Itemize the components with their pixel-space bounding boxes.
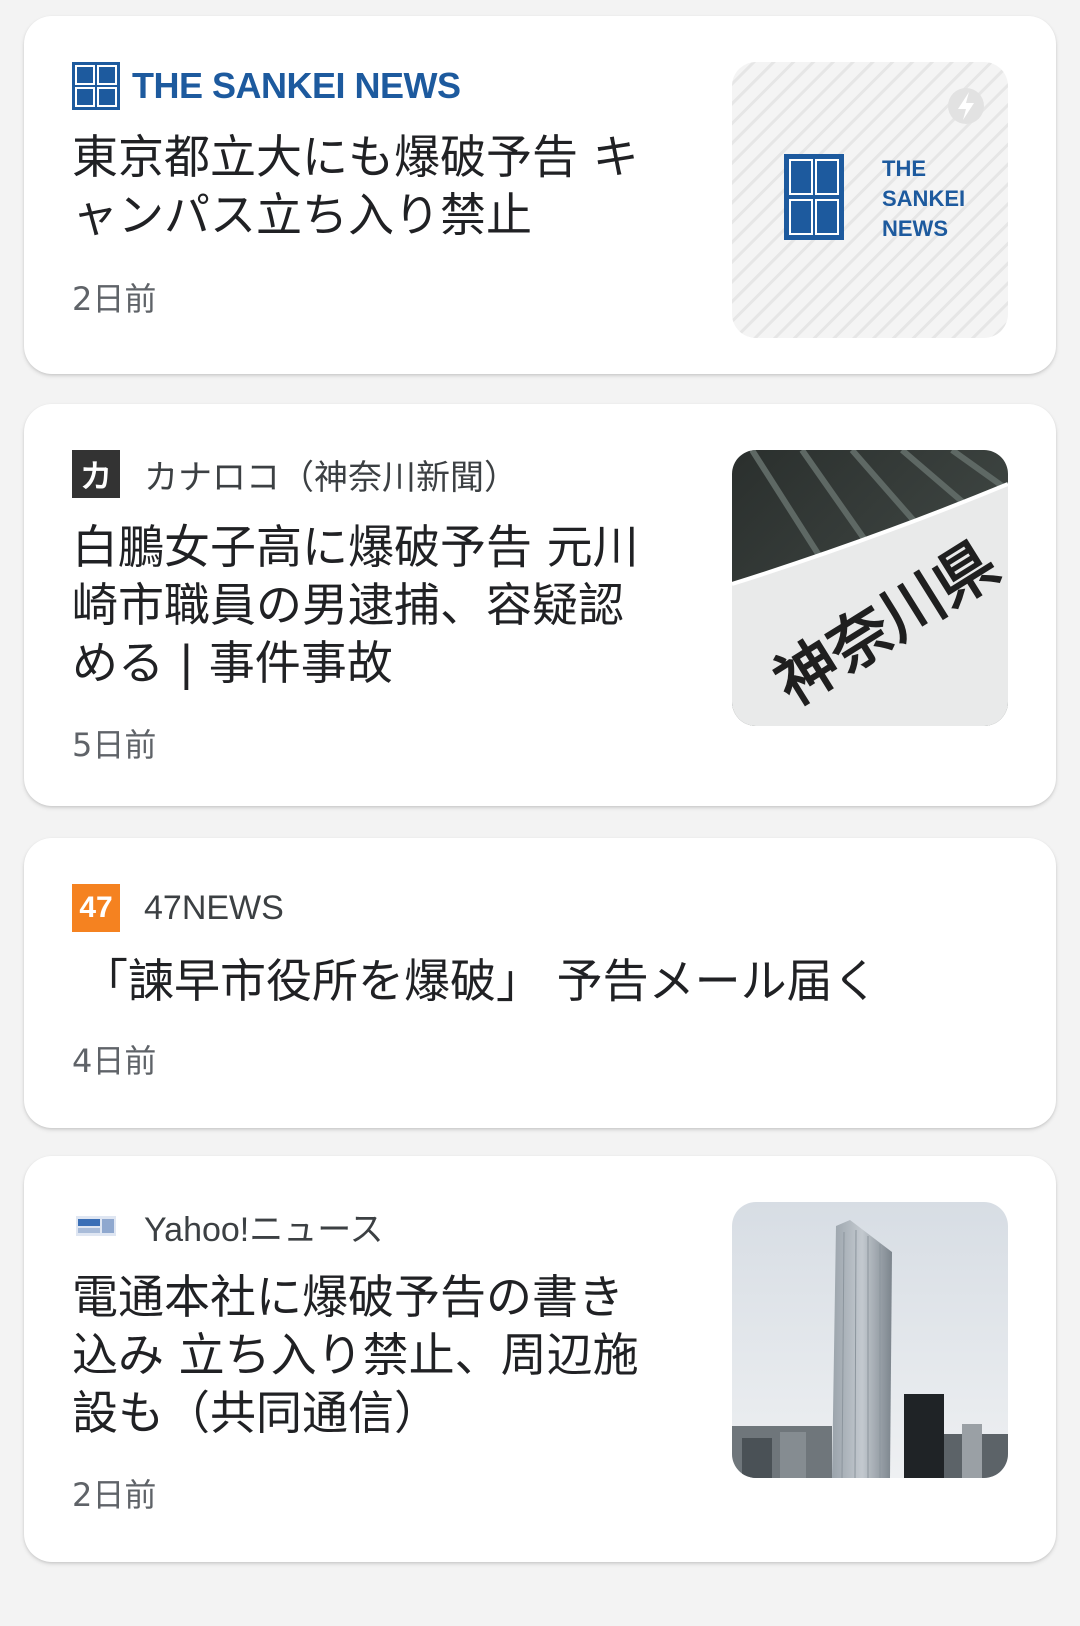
headline[interactable]: 白鵬女子高に爆破予告 元川 崎市職員の男逮捕、容疑認 める | 事件事故 xyxy=(72,518,639,692)
source-name: Yahoo!ニュース xyxy=(144,1210,384,1249)
article-age: 2日前 xyxy=(72,1476,157,1514)
kanagawa-prefecture-sign-photo: 神奈川県 xyxy=(732,450,1008,726)
kanaloco-logo-text: カ xyxy=(79,457,112,495)
sankei-placeholder-image: THE SANKEI NEWS xyxy=(732,62,1008,338)
svg-text:THE: THE xyxy=(882,156,926,181)
news-feed: THE SANKEI NEWS 東京都立大にも爆破予告 キ ャンパス立ち入り禁止… xyxy=(0,0,1080,1626)
headline-line: 白鵬女子高に爆破予告 元川 xyxy=(72,520,639,574)
source-name: 47NEWS xyxy=(144,888,284,927)
source-row: 47 47NEWS xyxy=(72,884,284,932)
news-card[interactable]: Yahoo!ニュース 電通本社に爆破予告の書き 込み 立ち入り禁止、周辺施 設も… xyxy=(24,1156,1056,1562)
article-age: 4日前 xyxy=(72,1042,157,1080)
article-thumbnail[interactable] xyxy=(732,1202,1008,1478)
source-row: カ カナロコ（神奈川新聞） xyxy=(72,450,518,498)
article-age: 5日前 xyxy=(72,726,157,764)
source-row: Yahoo!ニュース xyxy=(72,1202,384,1250)
news-card[interactable]: カ カナロコ（神奈川新聞） 白鵬女子高に爆破予告 元川 崎市職員の男逮捕、容疑認… xyxy=(24,404,1056,806)
headline-line: 東京都立大にも爆破予告 キ xyxy=(72,130,639,184)
source-row: THE SANKEI NEWS xyxy=(72,62,461,110)
source-name: カナロコ（神奈川新聞） xyxy=(144,457,518,498)
svg-text:NEWS: NEWS xyxy=(882,216,948,241)
headline[interactable]: 「諫早市役所を爆破」 予告メール届く xyxy=(82,952,879,1010)
headline-line: 「諫早市役所を爆破」 予告メール届く xyxy=(82,954,879,1008)
amp-lightning-icon xyxy=(948,88,984,124)
headline-line: 込み 立ち入り禁止、周辺施 xyxy=(72,1328,639,1382)
headline-line: 崎市職員の男逮捕、容疑認 xyxy=(72,578,624,632)
headline-line: ャンパス立ち入り禁止 xyxy=(72,188,532,242)
article-age: 2日前 xyxy=(72,280,157,318)
sankei-logo-icon xyxy=(72,62,120,110)
article-thumbnail[interactable]: THE SANKEI NEWS xyxy=(732,62,1008,338)
headline-line: 電通本社に爆破予告の書き xyxy=(72,1270,624,1324)
47news-logo-icon: 47 xyxy=(72,884,120,932)
headline-line: 設も（共同通信） xyxy=(72,1386,440,1440)
source-name: THE SANKEI NEWS xyxy=(132,65,461,106)
svg-text:SANKEI: SANKEI xyxy=(882,186,965,211)
kanaloco-logo-icon: カ xyxy=(72,450,120,498)
headline-line: める | 事件事故 xyxy=(72,636,393,690)
yahoo-news-logo-icon xyxy=(72,1202,120,1250)
dentsu-building-photo xyxy=(732,1202,1008,1478)
headline[interactable]: 東京都立大にも爆破予告 キ ャンパス立ち入り禁止 xyxy=(72,128,639,244)
article-thumbnail[interactable]: 神奈川県 xyxy=(732,450,1008,726)
news-card[interactable]: 47 47NEWS 「諫早市役所を爆破」 予告メール届く 4日前 xyxy=(24,838,1056,1128)
headline[interactable]: 電通本社に爆破予告の書き 込み 立ち入り禁止、周辺施 設も（共同通信） xyxy=(72,1268,639,1442)
news-card[interactable]: THE SANKEI NEWS 東京都立大にも爆破予告 キ ャンパス立ち入り禁止… xyxy=(24,16,1056,374)
47news-logo-text: 47 xyxy=(79,891,113,924)
